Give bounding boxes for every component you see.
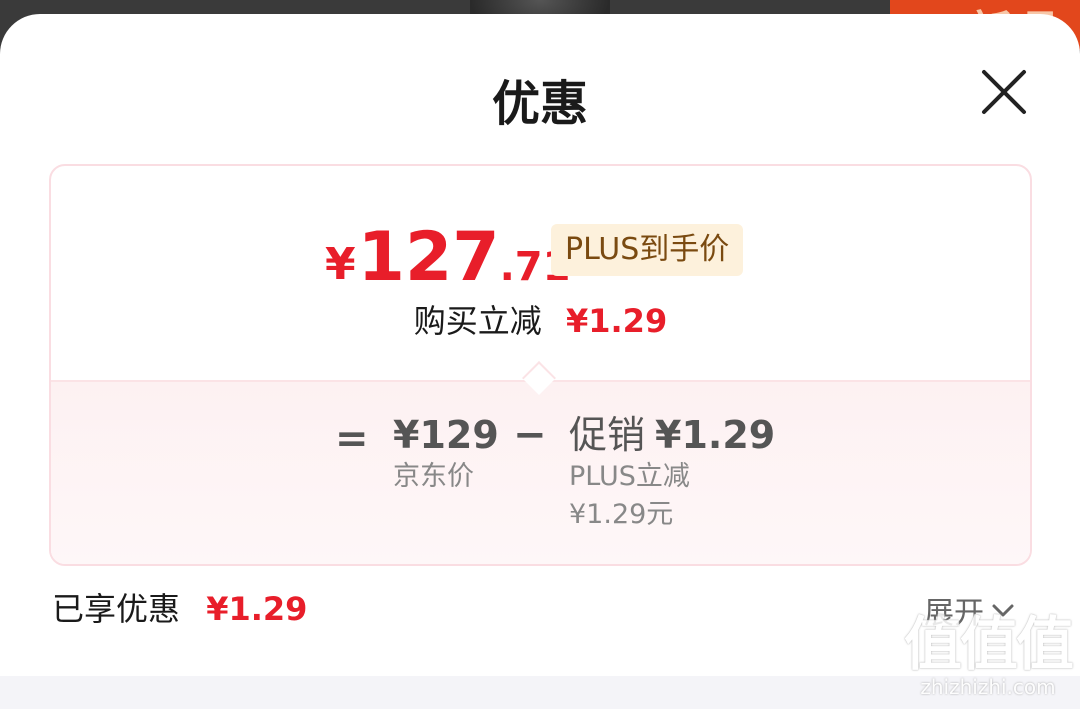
- enjoyed-discount: 已享优惠 ¥1.29: [52, 584, 307, 630]
- watermark-logo: 值值值: [903, 610, 1074, 678]
- equals-sign: =: [335, 416, 369, 462]
- plus-price-tag: PLUS到手价: [551, 224, 744, 276]
- promo-row: 促销 ¥1.29: [569, 412, 775, 458]
- promo-column: 促销 ¥1.29 PLUS立减 ¥1.29元: [569, 412, 775, 534]
- minus-sign: −: [513, 412, 547, 458]
- close-button[interactable]: [976, 64, 1032, 120]
- price-currency: ¥: [325, 239, 356, 290]
- price-card: ¥ 127 .71 PLUS到手价 购买立减 ¥1.29 = ¥129 京东价 …: [49, 164, 1032, 566]
- reduce-label: 购买立减: [413, 302, 542, 340]
- sheet-title: 优惠: [491, 76, 588, 132]
- promo-sub-label: PLUS立减: [569, 461, 690, 492]
- price-card-top: ¥ 127 .71 PLUS到手价 购买立减 ¥1.29: [51, 166, 1030, 380]
- jd-price-column: ¥129 京东价: [393, 412, 499, 496]
- reduce-value: ¥1.29: [565, 302, 668, 340]
- jd-price-value: ¥129: [393, 413, 499, 457]
- promo-sub-value: ¥1.29元: [569, 499, 674, 530]
- price-breakdown: = ¥129 京东价 − 促销 ¥1.29 PLUS立减 ¥1.29元: [51, 380, 1030, 564]
- watermark-url: zhizhizhi.com: [920, 675, 1056, 699]
- promo-value: ¥1.29: [655, 413, 776, 457]
- promo-label: 促销: [569, 413, 646, 457]
- jd-price-label: 京东价: [393, 461, 474, 492]
- price-integer: 127: [357, 218, 500, 297]
- close-icon: [982, 70, 1026, 114]
- site-watermark: 值值值 zhizhizhi.com: [903, 610, 1074, 699]
- discount-sheet: 优惠 ¥ 127 .71 PLUS到手价 购买立减 ¥1.29 = ¥129 京…: [0, 14, 1080, 709]
- final-price: ¥ 127 .71: [325, 212, 570, 292]
- enjoyed-value: ¥1.29: [206, 590, 308, 628]
- purchase-reduce: 购买立减 ¥1.29: [51, 296, 1030, 342]
- enjoyed-label: 已享优惠: [52, 590, 181, 628]
